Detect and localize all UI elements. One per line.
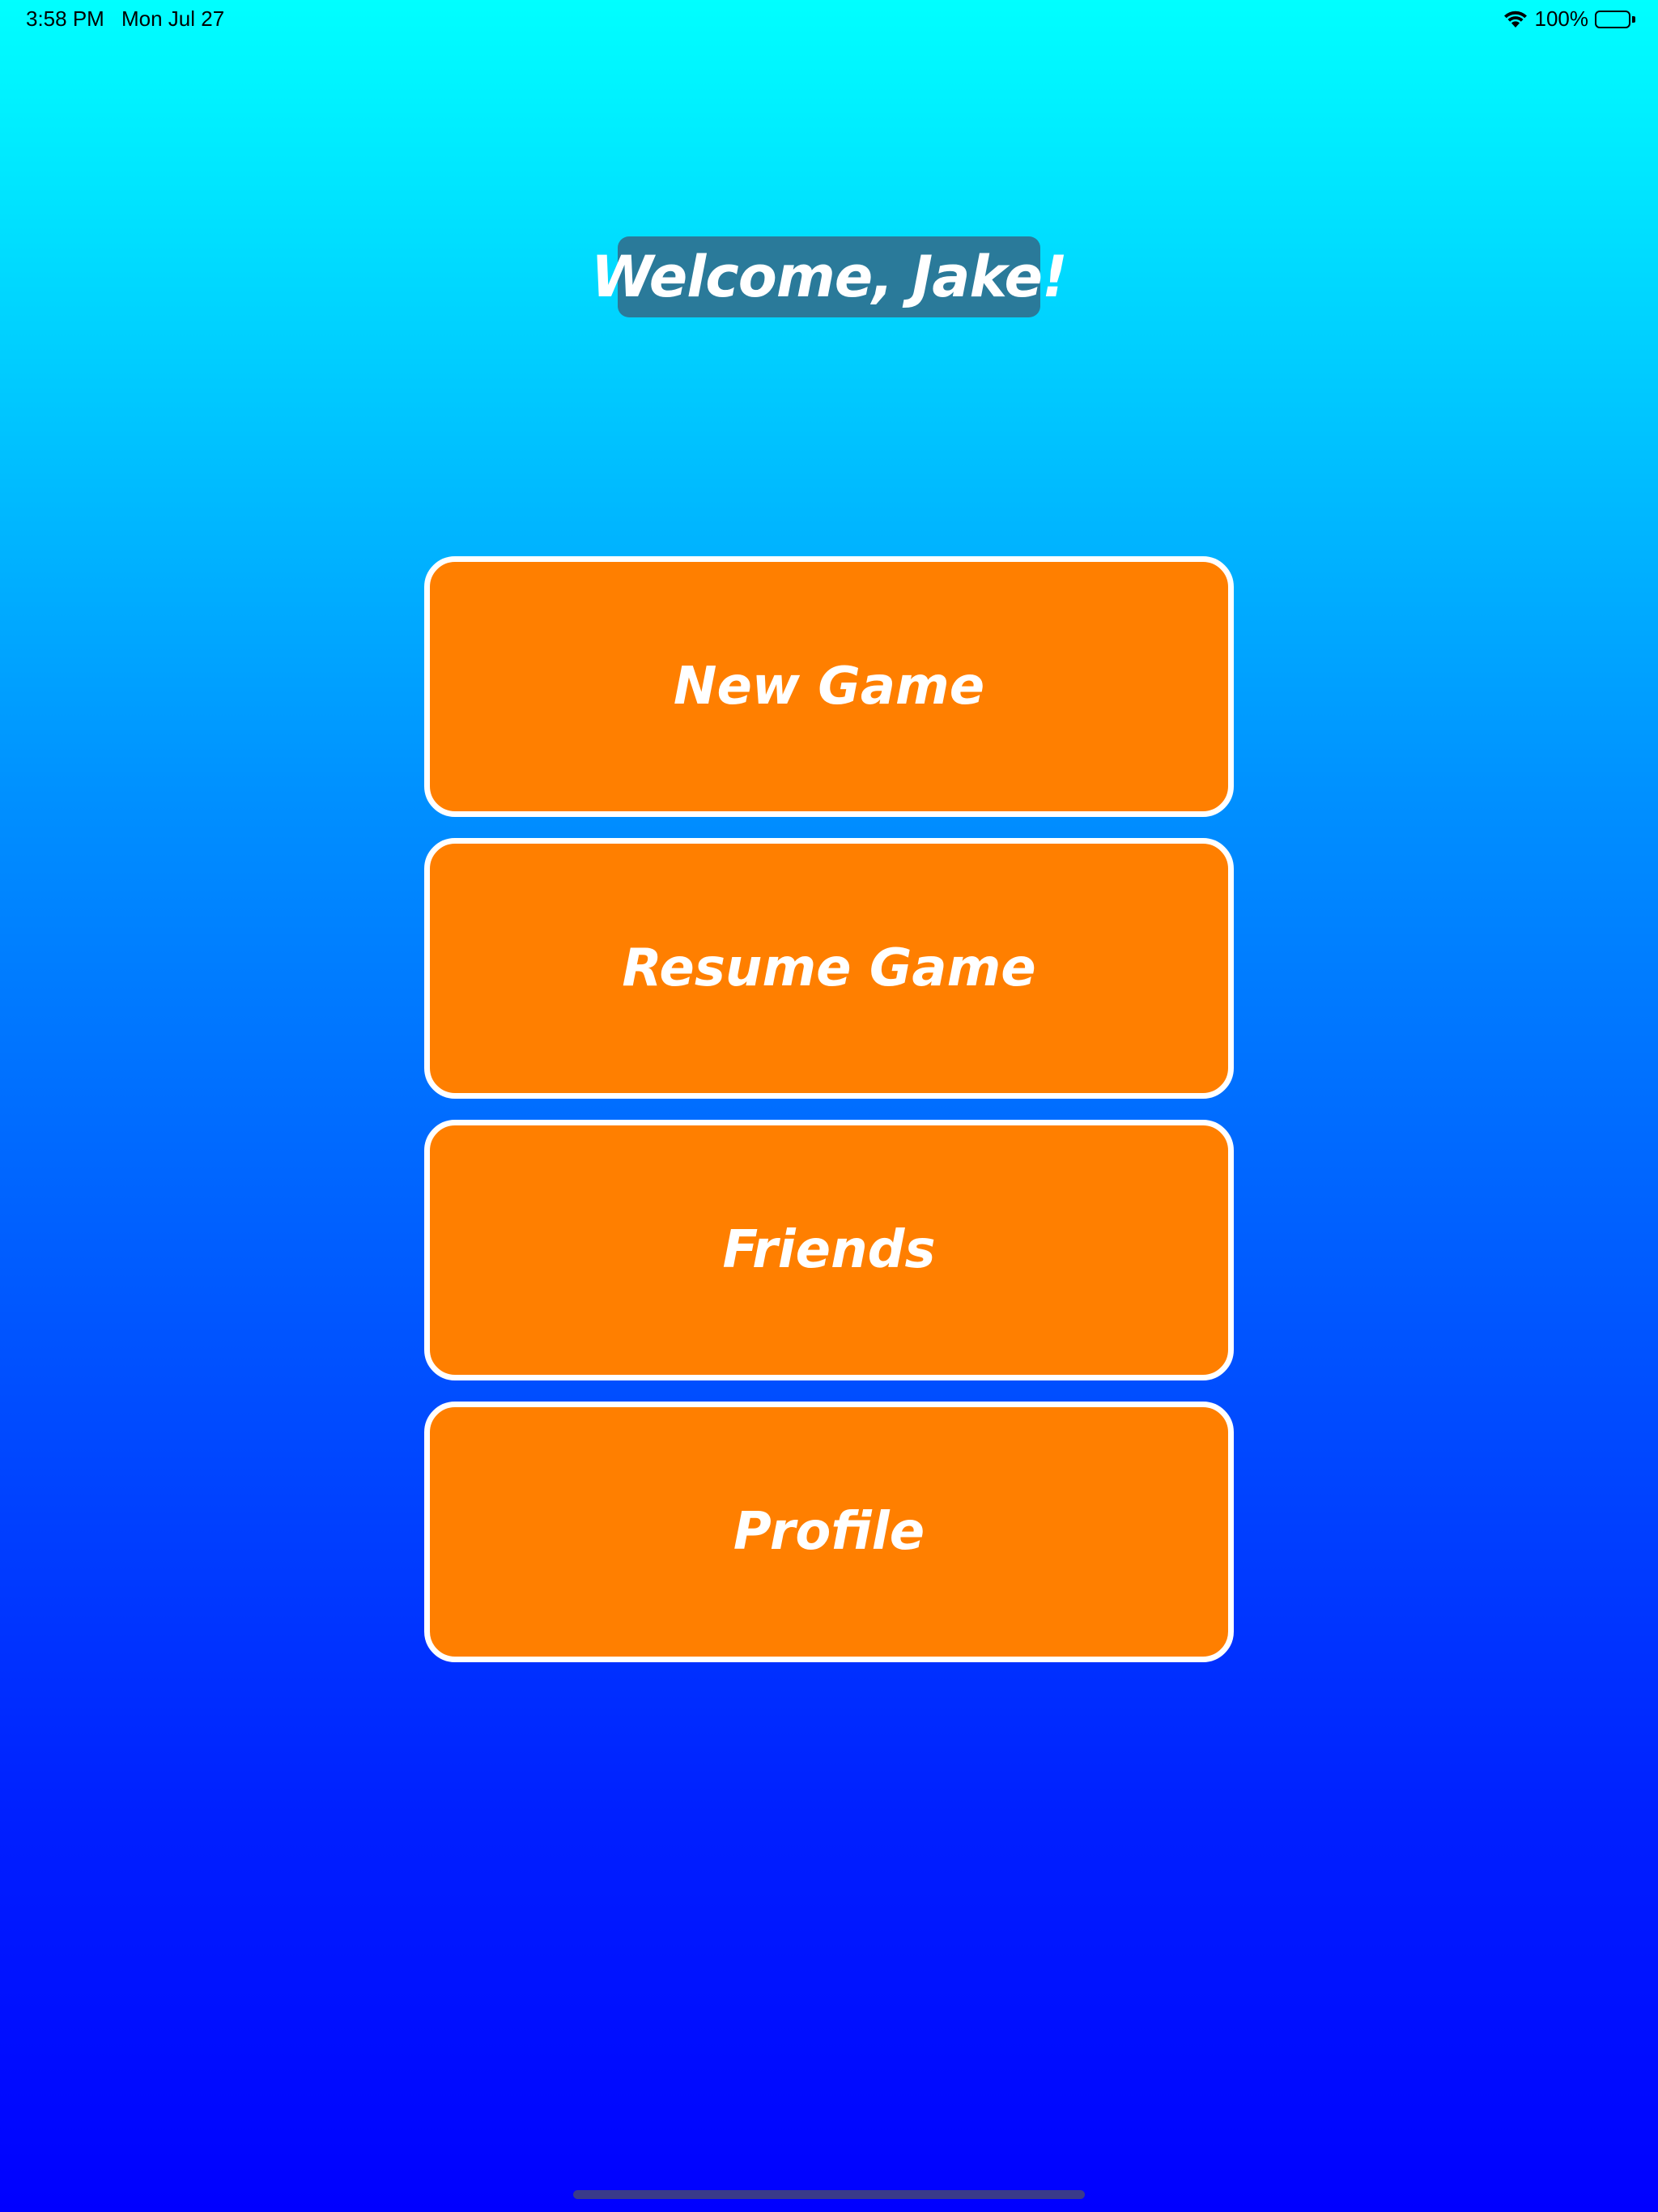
status-date: Mon Jul 27: [121, 6, 225, 31]
new-game-button[interactable]: New Game: [424, 556, 1234, 817]
home-indicator[interactable]: [573, 2190, 1085, 2199]
status-time: 3:58 PM: [26, 6, 104, 31]
profile-button[interactable]: Profile: [424, 1402, 1234, 1662]
wifi-icon: [1503, 10, 1528, 29]
friends-button[interactable]: Friends: [424, 1120, 1234, 1380]
status-bar: 3:58 PM Mon Jul 27 100%: [0, 0, 1658, 39]
battery-percent: 100%: [1534, 6, 1589, 31]
battery-icon: [1595, 10, 1635, 29]
status-indicators: 100%: [1503, 6, 1635, 32]
welcome-banner: Welcome, Jake!: [591, 236, 1068, 317]
resume-game-button[interactable]: Resume Game: [424, 838, 1234, 1099]
